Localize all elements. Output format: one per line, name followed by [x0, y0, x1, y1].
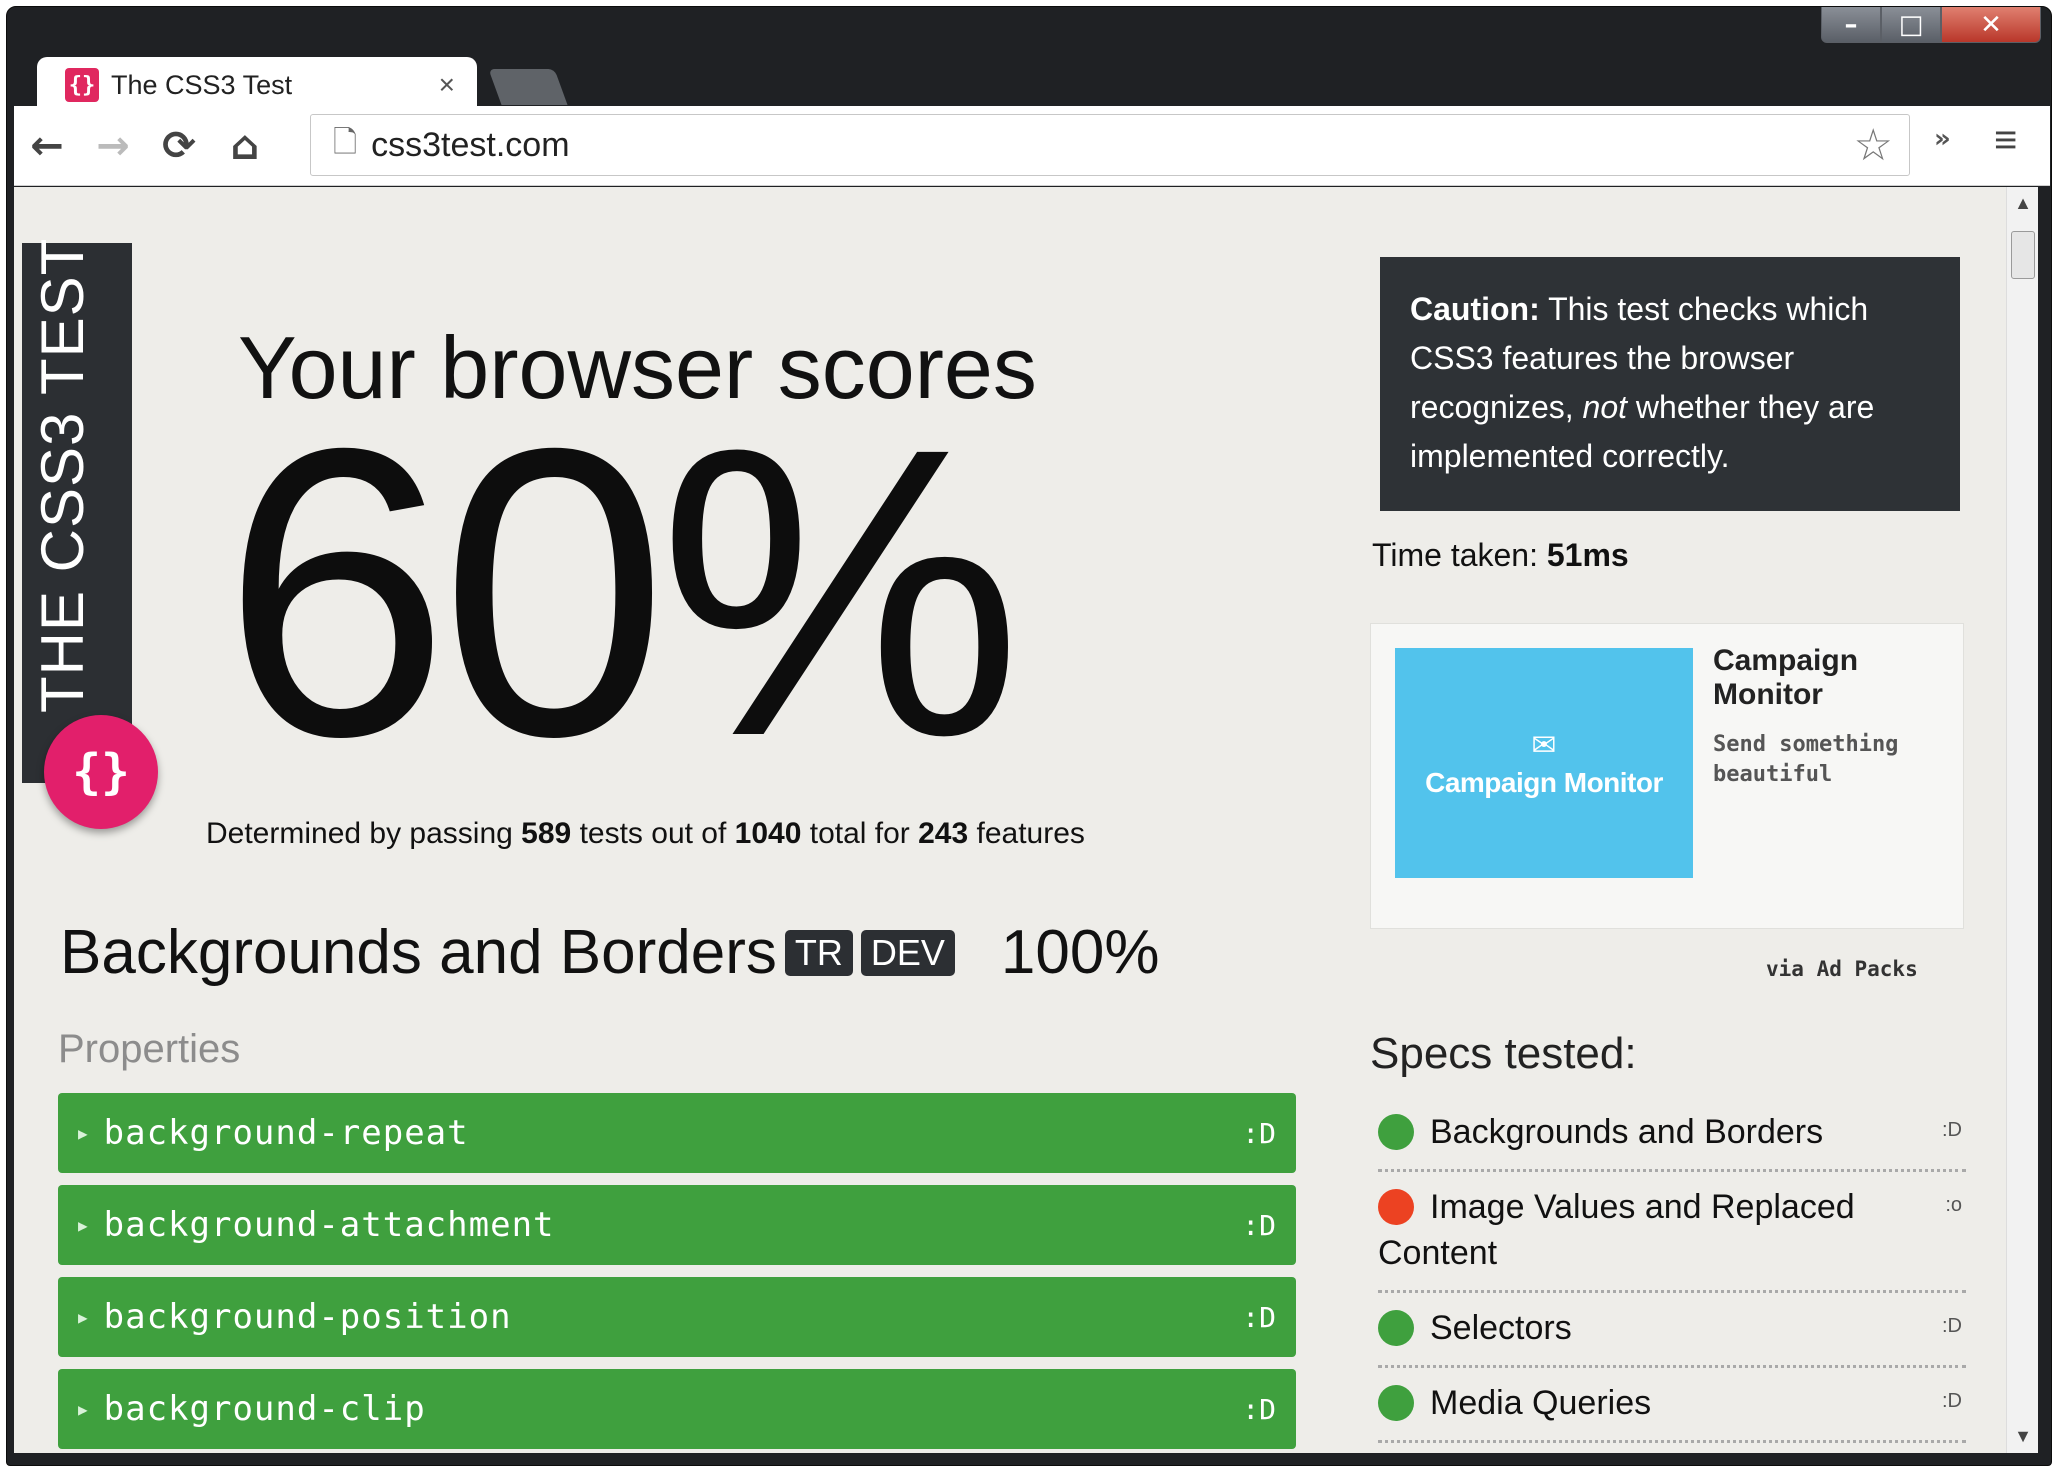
fail-status-icon	[1378, 1189, 1414, 1225]
caution-label: Caution:	[1410, 291, 1540, 327]
ad-box[interactable]: ✉ Campaign Monitor Campaign Monitor Send…	[1370, 623, 1964, 929]
reload-button[interactable]: ⟳	[146, 123, 212, 169]
new-tab-button[interactable]	[488, 69, 568, 105]
property-name: background-attachment	[103, 1205, 555, 1245]
spec-name: Image Values and Replaced Content	[1378, 1188, 1855, 1272]
ad-image[interactable]: ✉ Campaign Monitor	[1395, 648, 1693, 878]
pass-status-icon	[1378, 1310, 1414, 1346]
back-button[interactable]: ←	[14, 123, 80, 169]
spec-item[interactable]: Backgrounds and Borders :D	[1378, 1097, 1966, 1172]
spec-name: Selectors	[1430, 1309, 1572, 1347]
section-percent: 100%	[1000, 918, 1160, 987]
favicon-icon: {}	[65, 68, 99, 102]
specs-heading: Specs tested:	[1370, 1029, 1637, 1078]
maximize-button[interactable]: □	[1881, 7, 1941, 43]
property-name: background-position	[103, 1297, 512, 1337]
time-taken: Time taken: 51ms	[1372, 537, 1629, 573]
menu-icon[interactable]: ≡	[1994, 118, 2017, 163]
expand-arrow-icon: ▶	[78, 1123, 88, 1143]
ad-image-text: Campaign Monitor	[1425, 766, 1663, 798]
tr-badge[interactable]: TR	[784, 929, 853, 976]
spec-status: :D	[1942, 1390, 1962, 1412]
page-content: THE CSS3 TEST {} Your browser scores 60%…	[14, 187, 2034, 1453]
property-status: :D	[1242, 1116, 1276, 1150]
tab-close-icon[interactable]: ×	[439, 69, 455, 101]
spec-item[interactable]: Selectors :D	[1378, 1293, 1966, 1368]
property-status: :D	[1242, 1208, 1276, 1242]
property-name: background-repeat	[103, 1113, 469, 1153]
spec-status: :D	[1942, 1315, 1962, 1337]
property-row[interactable]: ▶ background-attachment :D	[58, 1185, 1296, 1265]
tab-title: The CSS3 Test	[111, 69, 293, 100]
score-detail: Determined by passing 589 tests out of 1…	[206, 817, 1085, 850]
property-status: :D	[1242, 1300, 1276, 1334]
section-title: Backgrounds and Borders	[60, 918, 777, 987]
extensions-overflow-button[interactable]: »	[1934, 124, 1951, 154]
envelope-icon: ✉	[1531, 728, 1557, 762]
ad-description: Send something beautiful	[1713, 732, 1899, 787]
property-status: :D	[1242, 1392, 1276, 1426]
feature-count: 243	[918, 817, 969, 850]
tab-css3-test[interactable]: {} The CSS3 Test ×	[37, 57, 477, 113]
css3-logo-icon[interactable]: {}	[44, 715, 158, 829]
caution-emphasis: not	[1582, 389, 1628, 425]
spec-name: Media Queries	[1430, 1384, 1652, 1422]
spec-status: :D	[1942, 1119, 1962, 1141]
property-name: background-clip	[103, 1389, 426, 1429]
home-button[interactable]: ⌂	[212, 123, 278, 169]
pass-status-icon	[1378, 1114, 1414, 1150]
browser-toolbar: ← → ⟳ ⌂ 🗋 css3test.com ☆ » ≡	[14, 106, 2050, 186]
spec-name: Backgrounds and Borders	[1430, 1113, 1824, 1151]
dev-badge[interactable]: DEV	[860, 929, 955, 976]
expand-arrow-icon: ▶	[78, 1307, 88, 1327]
properties-label: Properties	[58, 1027, 241, 1071]
url-text[interactable]: css3test.com	[371, 126, 1853, 165]
minimize-button[interactable]: –	[1821, 7, 1881, 43]
score-value: 60%	[222, 363, 1023, 821]
caution-panel: Caution: This test checks which CSS3 fea…	[1380, 257, 1960, 511]
property-list: ▶ background-repeat :D ▶ background-atta…	[58, 1093, 1296, 1453]
property-row[interactable]: ▶ background-position :D	[58, 1277, 1296, 1357]
window-controls: – □ ✕	[1821, 7, 2041, 49]
property-row[interactable]: ▶ background-clip :D	[58, 1369, 1296, 1449]
close-window-button[interactable]: ✕	[1941, 7, 2041, 43]
ad-via-link[interactable]: via Ad Packs	[1766, 957, 1918, 981]
scroll-down-icon[interactable]: ▼	[2007, 1426, 2039, 1447]
time-value: 51ms	[1546, 537, 1629, 573]
spec-item[interactable]: Image Values and Replaced Content :o	[1378, 1172, 1966, 1293]
scroll-thumb[interactable]	[2011, 231, 2035, 279]
ribbon-title: THE CSS3 TEST	[29, 237, 96, 713]
expand-arrow-icon: ▶	[78, 1215, 88, 1235]
scroll-up-icon[interactable]: ▲	[2007, 193, 2039, 214]
expand-arrow-icon: ▶	[78, 1399, 88, 1419]
spec-item[interactable]: Media Queries :D	[1378, 1368, 1966, 1443]
page-icon: 🗋	[333, 125, 358, 159]
forward-button[interactable]: →	[80, 123, 146, 169]
pass-status-icon	[1378, 1385, 1414, 1421]
property-row[interactable]: ▶ background-repeat :D	[58, 1093, 1296, 1173]
spec-list: Backgrounds and Borders :D Image Values …	[1378, 1097, 1966, 1443]
bookmark-star-icon[interactable]: ☆	[1854, 120, 1893, 171]
spec-status: :o	[1945, 1194, 1962, 1216]
ad-title[interactable]: Campaign Monitor	[1713, 644, 1933, 712]
address-bar[interactable]: 🗋 css3test.com ☆	[310, 114, 1910, 176]
total-count: 1040	[734, 817, 802, 850]
section-header: Backgrounds and Borders TR DEV 100%	[60, 917, 1159, 988]
vertical-scrollbar[interactable]: ▲ ▼	[2006, 187, 2038, 1453]
passed-count: 589	[521, 817, 572, 850]
